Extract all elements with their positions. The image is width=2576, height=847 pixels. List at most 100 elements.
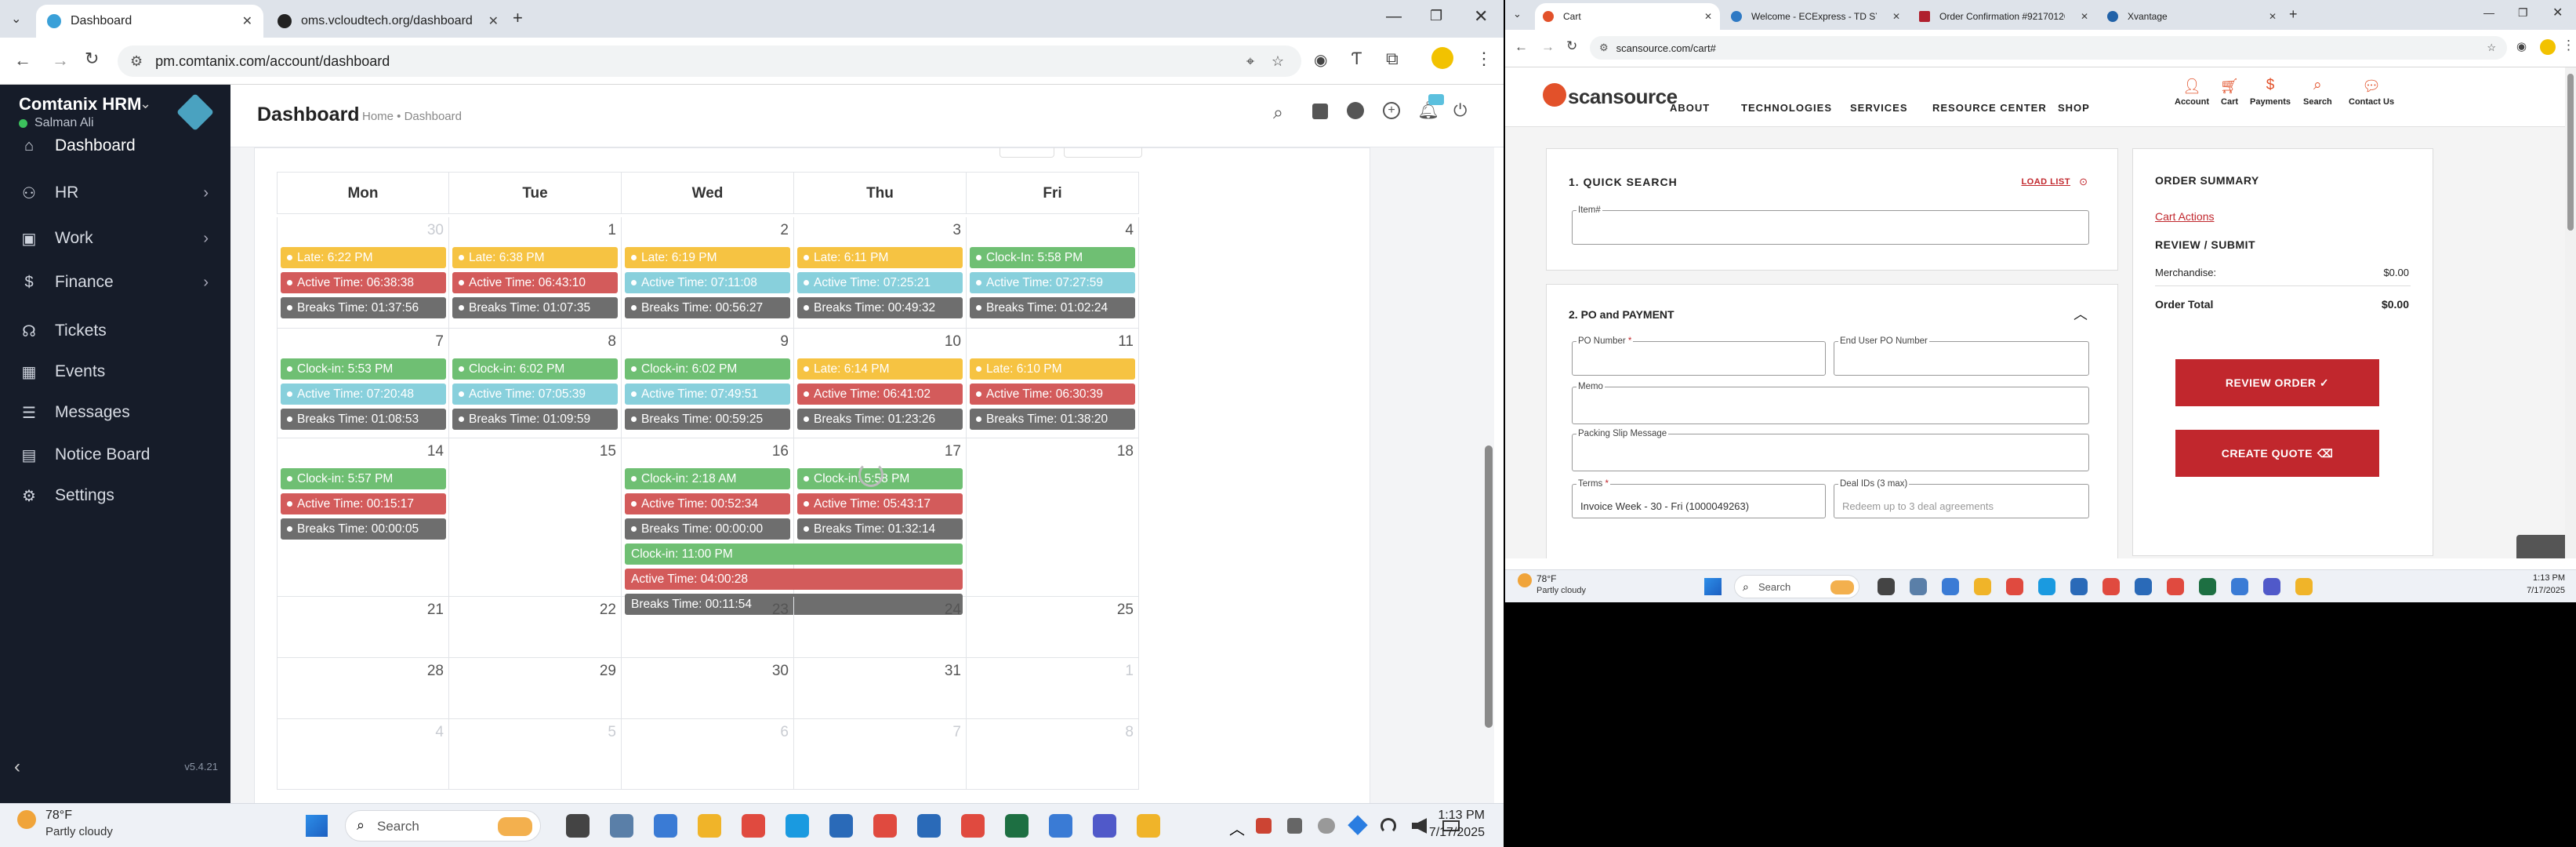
- restore-icon[interactable]: ❐: [1430, 8, 1442, 24]
- tab-xvantage[interactable]: Xvantage ✕: [2099, 3, 2284, 30]
- calendar-event[interactable]: Breaks Time: 01:08:53: [281, 409, 446, 430]
- right-scrollbar[interactable]: [2565, 67, 2576, 558]
- add-icon[interactable]: +: [1383, 102, 1400, 119]
- tab-ecexpress[interactable]: Welcome - ECExpress - TD SYNNEX ✕: [1723, 3, 1908, 30]
- calendar-event[interactable]: Late: 6:14 PM: [797, 358, 963, 380]
- text-icon[interactable]: Ƭ: [1351, 49, 1362, 69]
- wifi-icon[interactable]: [1380, 818, 1396, 834]
- nav-technologies[interactable]: TECHNOLOGIES: [1741, 102, 1832, 114]
- volume-icon[interactable]: [1411, 818, 1428, 834]
- tray-chevron-icon[interactable]: ︿: [1229, 816, 1245, 839]
- bookmark-star-icon[interactable]: ☆: [2487, 42, 2496, 54]
- taskbar-app-icon[interactable]: [1005, 814, 1029, 838]
- power-icon[interactable]: ⏻: [1453, 100, 1467, 121]
- util-contact-us[interactable]: 💬︎ Contact Us: [2349, 77, 2394, 107]
- calendar-day[interactable]: 3 Late: 6:11 PM Active Time: 07:25:21 Break…: [794, 217, 967, 329]
- sidebar-item-events[interactable]: ▦ Events: [0, 348, 230, 395]
- sidebar-item-settings[interactable]: ⚙ Settings: [0, 472, 230, 519]
- calendar-event[interactable]: Clock-in: 2:18 AM: [625, 468, 790, 489]
- calendar-day[interactable]: 25: [967, 597, 1139, 658]
- tab-search-icon[interactable]: ⌄: [1513, 8, 1522, 20]
- back-icon[interactable]: ←: [1515, 39, 1528, 55]
- taskbar-search[interactable]: ⌕ Search: [345, 810, 541, 842]
- taskbar-app-icon[interactable]: [873, 814, 897, 838]
- chat-widget-button[interactable]: [2516, 535, 2565, 558]
- new-tab-icon[interactable]: +: [513, 8, 523, 28]
- collapse-sidebar-icon[interactable]: ‹: [14, 756, 20, 778]
- cart-actions-link[interactable]: Cart Actions: [2155, 210, 2214, 223]
- start-icon[interactable]: [1704, 578, 1722, 595]
- tray-cloud-icon[interactable]: [1318, 818, 1336, 834]
- calendar-day[interactable]: 28: [277, 658, 449, 719]
- taskbar-app-icon[interactable]: [610, 814, 633, 838]
- calendar-event[interactable]: Active Time: 06:41:02: [797, 384, 963, 405]
- scrollbar-thumb[interactable]: [2567, 74, 2574, 231]
- calendar-day[interactable]: 6: [622, 719, 794, 790]
- calendar-event[interactable]: Breaks Time: 01:23:26: [797, 409, 963, 430]
- terms-select[interactable]: Invoice Week - 30 - Fri (1000049263): [1572, 484, 1826, 518]
- calendar-event[interactable]: Late: 6:22 PM: [281, 247, 446, 268]
- taskbar-app-icon[interactable]: [785, 814, 809, 838]
- taskbar-app-icon[interactable]: [1974, 578, 1991, 595]
- tab-dashboard[interactable]: Dashboard ✕: [36, 5, 263, 38]
- calendar-event[interactable]: Active Time: 07:20:48: [281, 384, 446, 405]
- forward-icon[interactable]: →: [52, 50, 69, 71]
- menu-icon[interactable]: ⋮: [2562, 38, 2575, 53]
- calendar-event[interactable]: Active Time: 07:27:59: [970, 272, 1135, 293]
- tab-cart[interactable]: Cart ✕: [1535, 3, 1720, 30]
- calendar-event[interactable]: Active Time: 06:30:39: [970, 384, 1135, 405]
- sidebar-item-dashboard[interactable]: ⌂ Dashboard: [0, 122, 230, 169]
- clock-icon[interactable]: [1347, 102, 1364, 119]
- calendar-event[interactable]: Breaks Time: 01:07:35: [452, 297, 618, 318]
- calendar-day[interactable]: 11 Late: 6:10 PM Active Time: 06:30:39 Brea…: [967, 329, 1139, 438]
- site-info-icon[interactable]: ⚙: [130, 53, 143, 70]
- profile-icon[interactable]: [1431, 47, 1453, 69]
- calendar-event[interactable]: Active Time: 05:43:17: [797, 493, 963, 514]
- calendar-day[interactable]: 7 Clock-in: 5:53 PM Active Time: 07:20:48 B…: [277, 329, 449, 438]
- tray-send-icon[interactable]: [1348, 815, 1368, 835]
- taskbar-app-icon[interactable]: [654, 814, 677, 838]
- calendar-day[interactable]: 14 Clock-in: 5:57 PM Active Time: 00:15:17…: [277, 438, 449, 597]
- sidebar-item-finance[interactable]: $ Finance ›: [0, 259, 230, 306]
- calendar-day[interactable]: 4: [277, 719, 449, 790]
- calendar-day[interactable]: 2 Late: 6:19 PM Active Time: 07:11:08 Break…: [622, 217, 794, 329]
- taskbar-app-icon[interactable]: [2231, 578, 2248, 595]
- location-icon[interactable]: ⌖: [1246, 53, 1254, 70]
- sidebar-item-work[interactable]: ▣ Work ›: [0, 215, 230, 262]
- calendar-event[interactable]: Breaks Time: 01:09:59: [452, 409, 618, 430]
- nav-shop[interactable]: SHOP: [2058, 102, 2090, 114]
- taskbar-app-icon[interactable]: [1049, 814, 1072, 838]
- calendar-multiday-event[interactable]: Clock-in: 11:00 PM: [625, 543, 963, 565]
- sidebar-item-notice-board[interactable]: ▤ Notice Board: [0, 431, 230, 478]
- packing-slip-input[interactable]: [1572, 434, 2089, 471]
- taskbar-app-icon[interactable]: [2070, 578, 2088, 595]
- taskbar-app-icon[interactable]: [2199, 578, 2216, 595]
- calendar-day[interactable]: 23: [622, 597, 794, 658]
- calendar-day[interactable]: 18: [967, 438, 1139, 597]
- taskbar-app-icon[interactable]: [566, 814, 590, 838]
- profile-icon[interactable]: [2540, 39, 2556, 55]
- tab-search-icon[interactable]: ⌄: [11, 11, 21, 27]
- close-window-icon[interactable]: ✕: [2552, 5, 2563, 20]
- collapse-chevron-icon[interactable]: ︿: [2073, 304, 2088, 324]
- calendar-day[interactable]: 10 Late: 6:14 PM Active Time: 06:41:02 Brea…: [794, 329, 967, 438]
- sidebar-item-hr[interactable]: ⚇ HR ›: [0, 169, 230, 216]
- calendar-day[interactable]: 5: [449, 719, 622, 790]
- calendar-multiday-event[interactable]: Active Time: 04:00:28: [625, 569, 963, 590]
- deal-ids-input[interactable]: Redeem up to 3 deal agreements: [1834, 484, 2089, 518]
- calendar-day[interactable]: 8: [967, 719, 1139, 790]
- calendar-toolbar-button[interactable]: [1064, 147, 1142, 158]
- calendar-event[interactable]: Clock-in: 6:02 PM: [452, 358, 618, 380]
- reload-icon[interactable]: ↻: [1566, 38, 1577, 54]
- calendar-event[interactable]: Active Time: 00:52:34: [625, 493, 790, 514]
- calendar-event[interactable]: Late: 6:38 PM: [452, 247, 618, 268]
- close-icon[interactable]: ✕: [1704, 11, 1712, 22]
- taskbar-app-icon[interactable]: [698, 814, 721, 838]
- search-icon[interactable]: ⌕: [1273, 102, 1283, 123]
- taskbar-app-icon[interactable]: [829, 814, 853, 838]
- taskbar-app-icon[interactable]: [1093, 814, 1116, 838]
- calendar-day[interactable]: 7: [794, 719, 967, 790]
- puzzle-icon[interactable]: ⧉: [1386, 49, 1399, 69]
- taskbar-app-icon[interactable]: [2103, 578, 2120, 595]
- calendar-day[interactable]: 30: [622, 658, 794, 719]
